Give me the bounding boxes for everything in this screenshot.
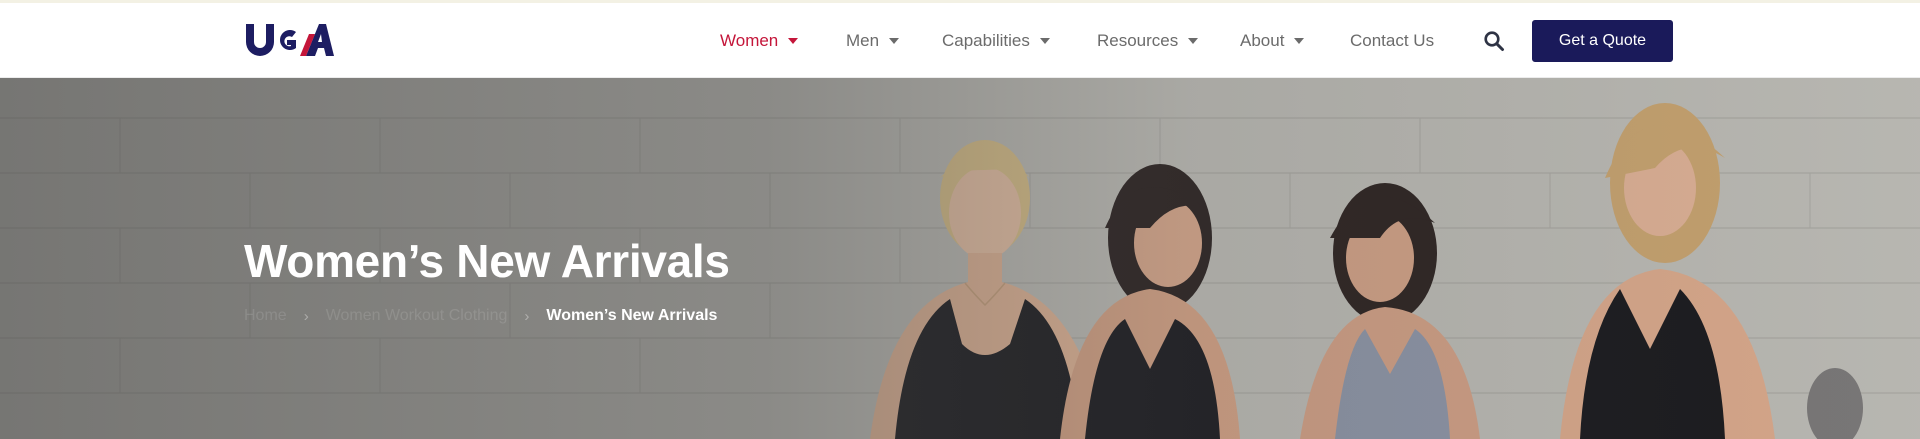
chevron-right-icon: ›	[303, 307, 309, 325]
nav-item-label: Capabilities	[942, 30, 1030, 50]
nav-item-resources[interactable]: Resources	[1097, 30, 1199, 51]
caret-down-icon	[1039, 38, 1050, 44]
nav-item-label: Women	[720, 30, 779, 50]
nav-item-men[interactable]: Men	[846, 30, 900, 51]
caret-down-icon	[1188, 38, 1199, 44]
nav-item-label: About	[1240, 30, 1285, 50]
breadcrumb-current: Women’s New Arrivals	[546, 307, 718, 324]
site-header: Women Men Capabilities Resources About C…	[0, 3, 1920, 78]
page-title: Women’s New Arrivals	[244, 235, 730, 287]
caret-down-icon	[788, 38, 799, 44]
nav-item-label: Resources	[1097, 30, 1179, 50]
caret-down-icon	[889, 38, 900, 44]
nav-item-label: Men	[846, 30, 880, 50]
nav-item-label: Contact Us	[1350, 30, 1435, 50]
breadcrumb-home-link[interactable]: Home	[244, 307, 287, 325]
search-icon[interactable]	[1483, 30, 1505, 52]
get-a-quote-button[interactable]: Get a Quote	[1532, 20, 1673, 62]
hero-banner: Women’s New Arrivals Home › Women Workou…	[0, 78, 1920, 439]
nav-item-contact-us[interactable]: Contact Us	[1350, 31, 1434, 51]
nav-item-capabilities[interactable]: Capabilities	[942, 31, 1050, 51]
breadcrumb: Home › Women Workout Clothing › Women’s …	[244, 307, 717, 325]
caret-down-icon	[1294, 38, 1305, 44]
uga-logo[interactable]	[244, 20, 334, 60]
nav-item-about[interactable]: About	[1240, 30, 1305, 51]
breadcrumb-parent-link[interactable]: Women Workout Clothing	[326, 307, 508, 325]
chevron-right-icon: ›	[524, 307, 530, 325]
nav-item-women[interactable]: Women	[720, 30, 799, 51]
